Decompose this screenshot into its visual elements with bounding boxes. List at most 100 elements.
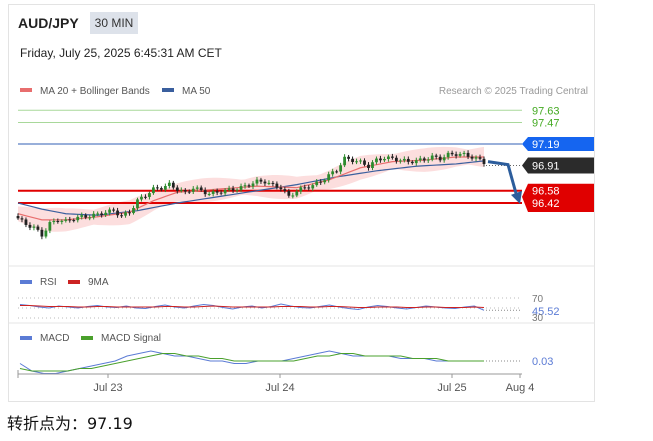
- candle-body: [390, 156, 394, 158]
- candle-body: [116, 210, 119, 216]
- candle-body: [422, 158, 426, 161]
- candle-body: [450, 152, 454, 155]
- last-price-label: 96.91: [532, 160, 560, 172]
- candle-body: [299, 187, 303, 192]
- candle-body: [148, 193, 151, 197]
- candle-body: [191, 188, 195, 192]
- x-tick-label: Jul 24: [265, 382, 294, 394]
- x-tick-label: Aug 4: [506, 382, 535, 394]
- candle-body: [418, 158, 422, 161]
- candle-body: [462, 152, 466, 154]
- rsi-ma-legend-label: 9MA: [88, 277, 109, 288]
- x-tick-label: Jul 25: [437, 382, 466, 394]
- candle-body: [271, 182, 275, 184]
- candle-body: [16, 216, 20, 219]
- candle-body: [207, 193, 211, 195]
- candle-body: [259, 179, 263, 182]
- candle-body: [263, 181, 267, 184]
- rsi-ma-swatch: [68, 280, 80, 284]
- candle-body: [446, 152, 450, 158]
- candle-body: [311, 185, 315, 189]
- candle-body: [347, 156, 350, 159]
- candle-body: [156, 187, 159, 189]
- candle-body: [183, 190, 187, 192]
- candle-body: [124, 212, 127, 216]
- candle-body: [402, 158, 406, 161]
- candle-body: [40, 229, 44, 237]
- candle-body: [303, 187, 307, 189]
- rsi-panel: 7045.5230: [18, 294, 560, 324]
- x-axis: Jul 23 Jul 24 Jul 25 Aug 4: [17, 370, 535, 394]
- candle-body: [438, 156, 442, 161]
- candle-body: [454, 154, 458, 156]
- ma50-swatch: [162, 88, 174, 92]
- pivot-label: 97.19: [532, 139, 560, 151]
- candle-body: [255, 179, 259, 184]
- candle-body: [275, 183, 279, 188]
- candle-body: [267, 182, 271, 184]
- candle-body: [287, 190, 291, 196]
- candle-body: [414, 160, 418, 164]
- candle-body: [215, 191, 219, 193]
- macd-signal-swatch: [81, 336, 93, 340]
- candle-body: [335, 171, 339, 173]
- candle-body: [387, 156, 390, 159]
- rsi-swatch: [20, 280, 32, 284]
- candle-body: [28, 224, 32, 228]
- candle-body: [478, 157, 482, 159]
- candle-body: [48, 222, 52, 231]
- candle-body: [251, 183, 255, 187]
- candle-body: [383, 158, 386, 161]
- ma20-swatch: [20, 88, 32, 92]
- candle-body: [323, 180, 327, 183]
- target-label: 97.63: [532, 105, 560, 117]
- rsi-legend-label: RSI: [40, 277, 57, 288]
- candle-body: [339, 165, 343, 172]
- candle-body: [367, 164, 370, 169]
- legend-main: MA 20 + Bollinger Bands MA 50 Research ©…: [20, 86, 588, 97]
- candle-body: [140, 196, 143, 200]
- candle-body: [279, 187, 283, 190]
- candle-body: [315, 181, 319, 186]
- candle-body: [394, 157, 398, 162]
- candle-body: [175, 187, 179, 191]
- candle-body: [80, 215, 84, 217]
- candle-body: [355, 161, 358, 163]
- candle-body: [44, 230, 48, 237]
- candle-body: [327, 174, 331, 181]
- candle-body: [152, 187, 155, 194]
- macd-panel: 0.03: [19, 350, 553, 374]
- candle-body: [426, 159, 430, 161]
- candle-body: [84, 215, 88, 218]
- candle-body: [36, 226, 40, 230]
- candle-body: [231, 188, 235, 191]
- candle-body: [167, 182, 171, 187]
- candle-body: [283, 189, 287, 191]
- candle-body: [112, 209, 115, 211]
- candle-body: [144, 196, 147, 198]
- candle-body: [307, 187, 311, 189]
- candle-body: [32, 226, 36, 228]
- candle-body: [410, 161, 414, 164]
- candle-body: [195, 187, 199, 189]
- candle-body: [359, 160, 362, 162]
- macd-signal-legend-label: MACD Signal: [101, 333, 161, 344]
- candle-body: [159, 188, 163, 190]
- macd-swatch: [20, 336, 32, 340]
- candle-body: [132, 208, 135, 214]
- legend-rsi: RSI 9MA: [20, 277, 109, 288]
- candle-body: [470, 156, 474, 159]
- credit-label: Research © 2025 Trading Central: [439, 86, 588, 97]
- candle-body: [60, 220, 64, 222]
- candle-body: [211, 191, 215, 194]
- candle-body: [64, 219, 68, 221]
- candle-body: [104, 212, 108, 216]
- candle-body: [434, 155, 438, 157]
- candle-body: [466, 152, 470, 157]
- candle-body: [351, 158, 354, 162]
- macd-line: [19, 350, 484, 374]
- candle-body: [291, 195, 295, 197]
- x-tick-label: Jul 23: [93, 382, 122, 394]
- candle-body: [458, 153, 462, 156]
- candle-body: [203, 190, 207, 195]
